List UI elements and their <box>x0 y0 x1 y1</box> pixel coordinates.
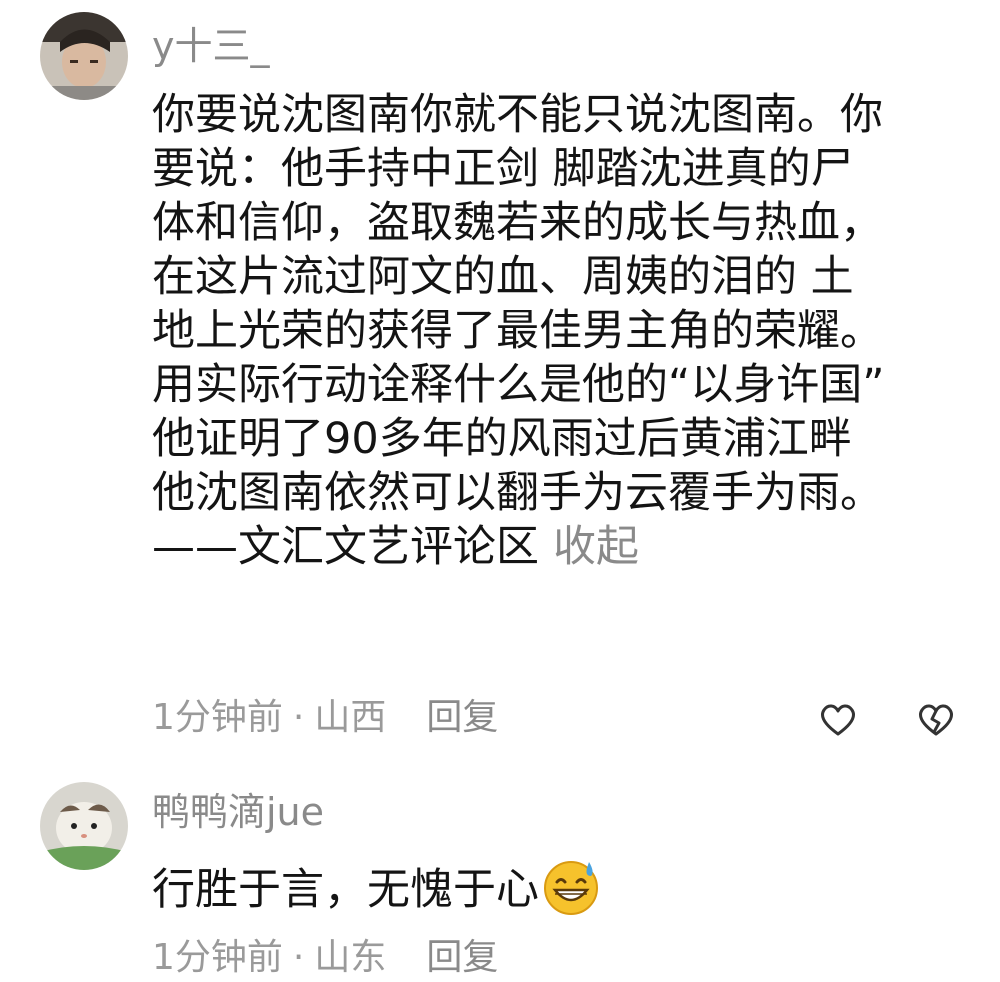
comment-line-source: ——文汇文艺评论区 <box>152 522 539 572</box>
comment-line: 行胜于言，无愧于心 <box>152 865 539 915</box>
comment-item: y十三_ 你要说沈图南你就不能只说沈图南。你 要说：他手持中正剑 脚踏沈进真的尸… <box>0 0 1000 760</box>
location: 山东 <box>314 937 387 978</box>
location: 山西 <box>314 697 387 738</box>
comment-line: 他沈图南依然可以翻手为云覆手为雨。 <box>152 468 883 518</box>
broken-heart-icon[interactable] <box>916 700 956 740</box>
reply-button[interactable]: 回复 <box>426 697 498 738</box>
comment-item: 鸭鸭滴jue 行胜于言，无愧于心 1分钟前 · 山东 回复 <box>0 760 1000 982</box>
meta-separator: · <box>292 697 305 738</box>
comment-line: 体和信仰，盗取魏若来的成长与热血， <box>152 198 883 248</box>
comment-line: 要说：他手持中正剑 脚踏沈进真的尸 <box>152 144 854 194</box>
avatar[interactable] <box>40 782 128 870</box>
comment-text: 行胜于言，无愧于心 <box>152 856 601 917</box>
username[interactable]: 鸭鸭滴jue <box>152 790 324 834</box>
comment-meta: 1分钟前 · 山西 回复 <box>152 696 498 740</box>
collapse-link[interactable]: 收起 <box>553 522 639 572</box>
comment-line: 你要说沈图南你就不能只说沈图南。你 <box>152 90 883 140</box>
comment-line: 地上光荣的获得了最佳男主角的荣耀。 <box>152 306 883 356</box>
comment-line-last: ——文汇文艺评论区 收起 <box>152 520 885 574</box>
username[interactable]: y十三_ <box>152 24 270 68</box>
grinning-sweat-emoji-icon <box>541 856 601 916</box>
comment-text: 你要说沈图南你就不能只说沈图南。你 要说：他手持中正剑 脚踏沈进真的尸 体和信仰… <box>152 88 885 574</box>
heart-icon[interactable] <box>818 700 858 740</box>
meta-separator: · <box>292 937 305 978</box>
timestamp: 1分钟前 <box>152 697 283 738</box>
comment-line: 他证明了90多年的风雨过后黄浦江畔 <box>152 414 852 464</box>
timestamp: 1分钟前 <box>152 937 283 978</box>
comment-meta: 1分钟前 · 山东 回复 <box>152 936 498 980</box>
comment-line: 在这片流过阿文的血、周姨的泪的 土 <box>152 252 854 302</box>
avatar[interactable] <box>40 12 128 100</box>
comment-line: 用实际行动诠释什么是他的“以身许国” <box>152 360 885 410</box>
reply-button[interactable]: 回复 <box>426 937 498 978</box>
